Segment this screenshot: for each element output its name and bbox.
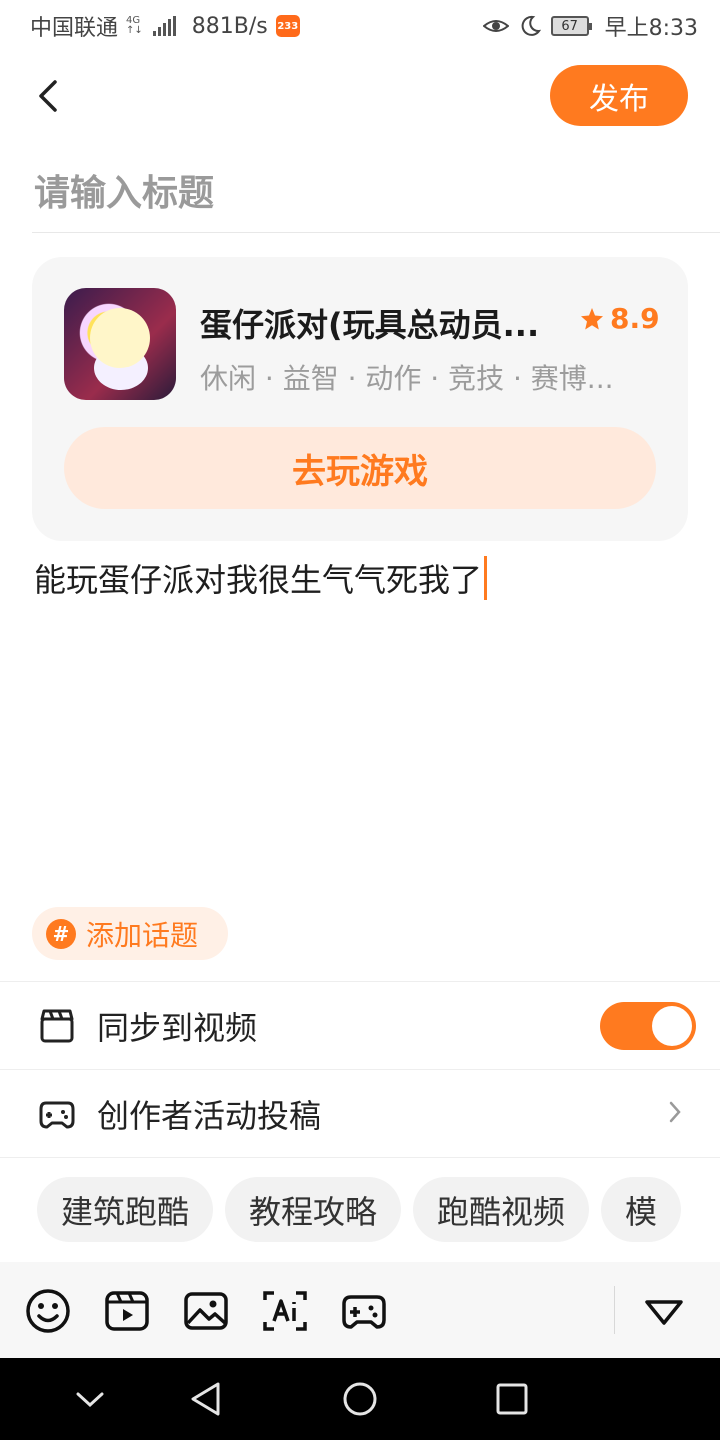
divider	[0, 1157, 720, 1158]
tag-suggestions: 建筑跑酷 教程攻略 跑酷视频模	[37, 1177, 688, 1242]
add-topic-button[interactable]: # 添加话题	[32, 907, 228, 960]
signal-icon	[152, 16, 176, 36]
video-icon[interactable]	[104, 1288, 150, 1334]
back-nav-icon[interactable]	[185, 1378, 227, 1420]
title-input[interactable]: 请输入标题	[34, 160, 684, 220]
network-type: 4G ↑↓	[126, 15, 143, 36]
hide-keyboard-icon[interactable]	[69, 1378, 111, 1420]
creator-activity-row[interactable]: 创作者活动投稿	[0, 1069, 720, 1157]
gamepad-icon[interactable]	[341, 1288, 387, 1334]
chevron-right-icon	[668, 1100, 682, 1131]
recents-nav-icon[interactable]	[491, 1378, 533, 1420]
game-tags: 休闲 · 益智 · 动作 · 竞技 · 赛博...	[200, 362, 614, 395]
network-speed: 881B/s	[191, 13, 268, 39]
sync-to-video-label: 同步到视频	[97, 1008, 258, 1047]
ai-text-icon[interactable]	[262, 1288, 308, 1334]
image-icon[interactable]	[183, 1288, 229, 1334]
chevron-left-icon	[39, 80, 57, 112]
battery-icon: 67	[550, 16, 592, 36]
gamepad-icon	[39, 1101, 75, 1128]
body-text: 能玩蛋仔派对我很生气气死我了	[34, 561, 483, 599]
home-nav-icon[interactable]	[339, 1378, 381, 1420]
tag-pill[interactable]: 建筑跑酷	[37, 1177, 214, 1242]
eye-icon	[482, 20, 509, 32]
body-text-input[interactable]: 能玩蛋仔派对我很生气气死我了	[34, 556, 488, 600]
sync-toggle[interactable]	[600, 1002, 696, 1050]
game-icon[interactable]	[64, 288, 176, 400]
emoji-icon[interactable]	[25, 1288, 71, 1334]
moon-icon	[521, 15, 541, 36]
status-bar: 中国联通 4G ↑↓ 881B/s 233 67 早上8:33	[0, 0, 720, 52]
toolbar-divider	[614, 1286, 615, 1334]
hashtag-icon: #	[46, 918, 76, 949]
tag-pill[interactable]: 模	[601, 1177, 682, 1242]
back-button[interactable]	[26, 72, 70, 120]
clock: 早上8:33	[604, 16, 698, 41]
rating-value: 8.9	[610, 302, 660, 335]
editor-toolbar	[0, 1262, 720, 1358]
text-cursor	[484, 556, 488, 600]
publish-button[interactable]: 发布	[550, 65, 688, 126]
divider	[32, 232, 720, 233]
carrier-name: 中国联通	[30, 16, 119, 41]
play-game-button[interactable]: 去玩游戏	[64, 427, 656, 509]
game-name: 蛋仔派对(玩具总动员...	[200, 306, 540, 344]
tag-pill[interactable]: 跑酷视频	[413, 1177, 590, 1242]
creator-activity-label: 创作者活动投稿	[97, 1096, 322, 1135]
clapperboard-icon	[40, 1009, 74, 1042]
collapse-icon[interactable]	[641, 1288, 687, 1334]
game-rating: 8.9	[580, 302, 660, 335]
app-notification-icon: 233	[275, 15, 300, 37]
star-icon	[581, 307, 603, 329]
tag-pill[interactable]: 教程攻略	[225, 1177, 402, 1242]
sync-to-video-row[interactable]: 同步到视频	[0, 981, 720, 1069]
add-topic-label: 添加话题	[86, 918, 199, 952]
system-nav-bar	[0, 1358, 720, 1440]
game-card[interactable]: 蛋仔派对(玩具总动员... 8.9 休闲 · 益智 · 动作 · 竞技 · 赛博…	[32, 257, 688, 541]
